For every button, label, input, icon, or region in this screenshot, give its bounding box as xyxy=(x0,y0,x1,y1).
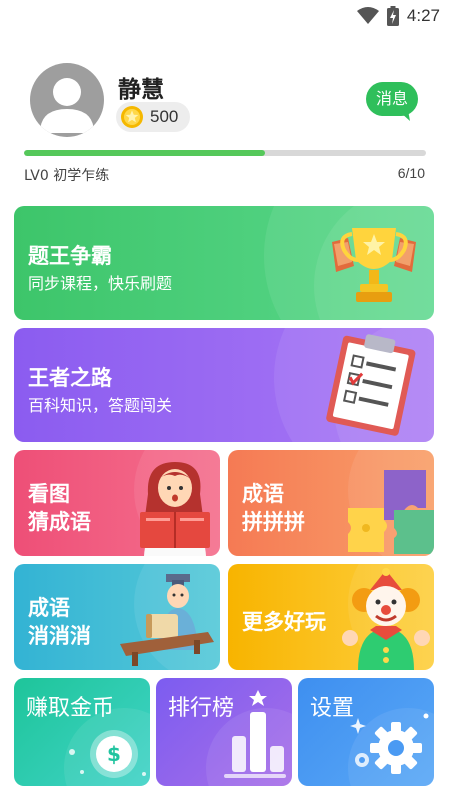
card-title-line1: 成语 xyxy=(28,596,70,620)
gear-icon xyxy=(350,713,429,774)
avatar[interactable] xyxy=(30,63,104,137)
ranking-bars-icon xyxy=(224,690,286,778)
card-title: 设置 xyxy=(310,696,355,721)
card-settings[interactable]: 设置 xyxy=(298,678,434,786)
status-time: 4:27 xyxy=(406,6,440,25)
card-title-line2: 猜成语 xyxy=(28,510,91,534)
clown-icon xyxy=(342,568,430,670)
card-more-fun[interactable]: 更多好玩 xyxy=(228,564,434,670)
trophy-icon xyxy=(332,228,416,302)
gold-coin-icon xyxy=(121,106,143,128)
battery-charging-icon xyxy=(386,6,399,26)
card-title: 更多好玩 xyxy=(242,610,326,634)
card-title-line1: 看图 xyxy=(28,482,70,506)
message-button-label: 消息 xyxy=(375,89,408,108)
card-title-line1: 成语 xyxy=(242,482,284,506)
card-earn-coins[interactable]: 赚取金币 $ xyxy=(14,678,150,786)
coin-balance: 500 xyxy=(116,102,190,132)
username: 静慧 xyxy=(118,77,164,103)
clipboard-checklist-icon xyxy=(326,334,416,436)
card-idiom-puzzle[interactable]: 成语 拼拼拼 xyxy=(228,450,434,556)
wifi-icon xyxy=(356,7,379,24)
card-idiom-match[interactable]: 成语 消消消 xyxy=(14,564,220,670)
puzzle-icon xyxy=(348,470,434,554)
card-title: 赚取金币 xyxy=(26,696,115,721)
status-bar: 4:27 xyxy=(0,0,450,32)
card-title-line2: 消消消 xyxy=(28,624,91,648)
scholar-icon xyxy=(120,574,214,666)
card-leaderboard[interactable]: 排行榜 xyxy=(156,678,292,786)
level-progress-fill xyxy=(24,150,266,156)
card-guess-idiom-by-picture[interactable]: 看图 猜成语 xyxy=(14,450,220,556)
level-progress-bar xyxy=(24,150,426,156)
card-title: 王者之路 xyxy=(28,366,112,390)
card-title-line2: 拼拼拼 xyxy=(242,510,305,534)
level-label: LV0 初学乍练 xyxy=(24,168,110,184)
card-quiz-battle[interactable]: 题王争霸 同步课程，快乐刷题 xyxy=(14,206,434,320)
user-silhouette-icon xyxy=(40,78,94,133)
status-bar-right: 4:27 xyxy=(356,6,440,26)
card-subtitle: 百科知识，答题闯关 xyxy=(28,396,173,415)
card-kings-road[interactable]: 王者之路 百科知识，答题闯关 xyxy=(14,328,434,442)
card-title: 题王争霸 xyxy=(28,244,112,268)
coin-count: 500 xyxy=(150,107,179,126)
card-subtitle: 同步课程，快乐刷题 xyxy=(28,274,173,293)
level-progress-count: 6/10 xyxy=(397,165,425,181)
message-button[interactable]: 消息 xyxy=(366,82,418,121)
svg-text:$: $ xyxy=(107,742,121,766)
girl-reading-icon xyxy=(140,462,210,556)
dollar-coin-icon: $ xyxy=(69,730,146,778)
